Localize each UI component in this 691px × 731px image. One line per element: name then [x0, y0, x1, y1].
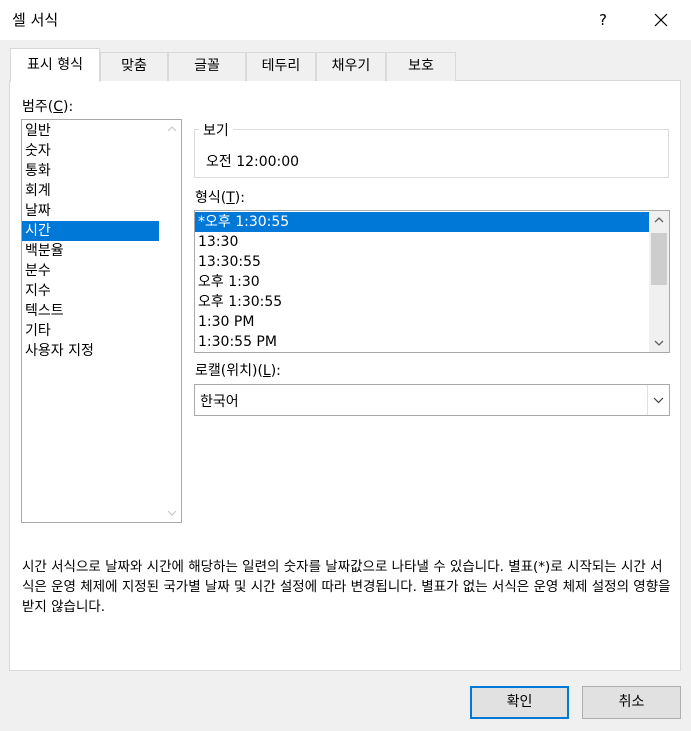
tab-protection[interactable]: 보호 — [386, 52, 456, 81]
type-list[interactable]: *오후 1:30:55 13:30 13:30:55 오후 1:30 오후 1:30:5… — [194, 210, 670, 353]
scroll-up-button[interactable] — [163, 120, 181, 138]
locale-dropdown[interactable]: 한국어 — [194, 384, 670, 416]
list-item[interactable]: 날짜 — [22, 201, 159, 221]
sample-value: 오전 12:00:00 — [206, 154, 300, 170]
list-item[interactable]: 오후 1:30:55 — [195, 292, 649, 312]
category-list[interactable]: 일반 숫자 통화 회계 날짜 시간 백분율 분수 지수 텍스트 기타 사용자 지정 — [21, 119, 182, 523]
list-item[interactable]: 텍스트 — [22, 301, 159, 321]
locale-label: 로캘(위치)(L): — [195, 363, 281, 379]
list-item[interactable]: 통화 — [22, 161, 159, 181]
tab-alignment[interactable]: 맞춤 — [100, 52, 168, 81]
close-icon — [654, 13, 668, 27]
list-item[interactable]: 기타 — [22, 321, 159, 341]
chevron-up-icon — [654, 217, 664, 223]
list-item[interactable]: 13:30 — [195, 232, 649, 252]
list-item[interactable]: 일반 — [22, 121, 159, 141]
list-item[interactable]: 백분율 — [22, 241, 159, 261]
list-item[interactable]: 오후 1:30 — [195, 272, 649, 292]
list-item[interactable]: 회계 — [22, 181, 159, 201]
type-scrollbar[interactable] — [649, 211, 669, 352]
sample-label: 보기 — [199, 120, 233, 140]
list-item[interactable]: 1:30:55 PM — [195, 332, 649, 352]
tab-border[interactable]: 테두리 — [246, 52, 316, 81]
list-item[interactable]: 시간 — [22, 221, 159, 241]
cancel-button[interactable]: 취소 — [582, 686, 681, 719]
category-scrollbar[interactable] — [163, 120, 181, 522]
scroll-down-button[interactable] — [163, 504, 181, 522]
chevron-up-icon — [167, 126, 177, 132]
chevron-down-icon — [167, 510, 177, 516]
scrollbar-thumb[interactable] — [651, 233, 667, 285]
list-item[interactable]: 숫자 — [22, 141, 159, 161]
tab-number[interactable]: 표시 형식 — [10, 48, 100, 82]
ok-button[interactable]: 확인 — [470, 686, 569, 719]
list-item[interactable]: *오후 1:30:55 — [195, 212, 649, 232]
locale-value: 한국어 — [200, 394, 239, 410]
list-item[interactable]: 분수 — [22, 261, 159, 281]
scroll-down-button[interactable] — [649, 334, 669, 352]
category-label: 범주(C): — [22, 99, 74, 115]
list-item[interactable]: 사용자 지정 — [22, 341, 159, 361]
dialog-title: 셀 서식 — [12, 11, 59, 29]
chevron-down-icon — [653, 397, 664, 403]
list-item[interactable]: 1:30 PM — [195, 312, 649, 332]
tab-font[interactable]: 글꼴 — [168, 52, 246, 81]
close-button[interactable] — [646, 6, 676, 34]
type-label: 형식(T): — [195, 190, 245, 206]
scroll-up-button[interactable] — [649, 211, 669, 229]
locale-dropdown-button[interactable] — [647, 385, 669, 415]
list-item[interactable]: 13:30:55 — [195, 252, 649, 272]
chevron-down-icon — [654, 340, 664, 346]
format-description: 시간 서식으로 날짜와 시간에 해당하는 일련의 숫자를 날짜값으로 나타낼 수… — [22, 559, 671, 615]
help-button[interactable]: ? — [588, 6, 618, 34]
list-item[interactable]: 지수 — [22, 281, 159, 301]
tab-fill[interactable]: 채우기 — [316, 52, 386, 81]
